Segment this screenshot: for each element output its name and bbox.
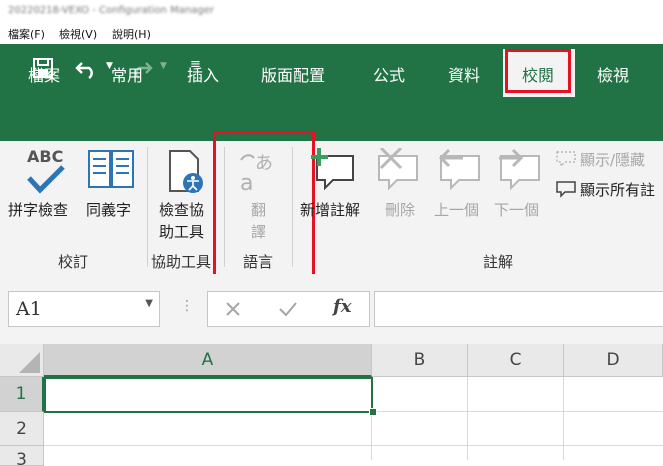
title-bar: 20220218-VEXO - Configuration Manager [0,0,663,24]
check-accessibility-button-line2[interactable]: 助工具 [159,221,204,242]
previous-comment-icon [438,148,480,191]
formula-input[interactable] [374,291,663,327]
row-header-2[interactable]: 2 [0,412,44,446]
new-comment-button[interactable]: 新增註解 [300,199,360,220]
tab-home[interactable]: 常用 [111,62,143,86]
name-box-value: A1 [16,298,42,320]
undo-icon[interactable] [74,57,100,79]
row-header-3[interactable]: 3 [0,446,44,466]
tab-page-layout[interactable]: 版面配置 [261,62,325,86]
name-box[interactable]: A1 ▼ [8,291,160,327]
row-header-1[interactable]: 1 [0,377,44,412]
cancel-icon[interactable] [224,300,242,318]
selected-cell-a1[interactable] [44,377,373,413]
thesaurus-button[interactable]: 同義字 [86,199,131,220]
redo-dropdown-icon: ▼ [160,61,167,71]
column-header-c[interactable]: C [468,344,564,377]
column-header-d[interactable]: D [564,344,663,377]
insert-function-icon[interactable]: fx [333,296,351,317]
tab-file[interactable]: 檔案 [28,62,60,86]
ribbon-separator [147,147,148,267]
formula-bar-grip-icon: ⋮ [180,298,194,314]
show-all-comments-button[interactable]: 顯示所有註 [580,179,655,200]
column-header-b[interactable]: B [372,344,468,377]
delete-comment-icon [378,148,418,191]
tab-formulas[interactable]: 公式 [373,62,405,86]
next-comment-icon [499,148,540,191]
previous-comment-button[interactable]: 上一個 [434,199,479,220]
check-accessibility-button-line1[interactable]: 檢查協 [159,199,204,220]
spelling-check-icon [27,165,65,194]
fill-handle[interactable] [369,408,377,416]
tab-view[interactable]: 檢視 [597,62,629,86]
enter-icon[interactable] [278,300,298,318]
show-hide-comment-button[interactable]: 顯示/隱藏 [580,149,645,170]
group-comments: 註解 [483,253,514,271]
thesaurus-book-icon [88,150,134,188]
column-header-a[interactable]: A [44,344,372,377]
show-hide-comment-icon [556,151,576,168]
review-tab-highlight [505,49,571,93]
menu-file[interactable]: 檔案(F) [8,26,45,42]
spelling-button[interactable]: 拼字檢查 [8,199,68,220]
delete-comment-button[interactable]: 刪除 [385,199,415,220]
group-accessibility: 協助工具 [151,253,212,271]
gridline [467,377,468,460]
name-box-dropdown-icon[interactable]: ▼ [145,298,153,309]
group-proofing: 校訂 [58,253,89,271]
tab-insert[interactable]: 插入 [187,62,219,86]
menu-view[interactable]: 檢視(V) [59,26,97,42]
tab-data[interactable]: 資料 [448,62,480,86]
gridline [563,377,564,460]
accessibility-check-icon [169,150,203,193]
next-comment-button[interactable]: 下一個 [494,199,539,220]
window-title: 20220218-VEXO - Configuration Manager [8,5,214,16]
show-all-comments-icon [556,181,576,198]
menu-help[interactable]: 說明(H) [112,26,151,42]
select-all-triangle-icon [19,352,40,373]
new-comment-icon [311,148,354,191]
select-all-button[interactable] [0,344,44,377]
menu-bar: 檔案(F) 檢視(V) 說明(H) [0,24,663,44]
gridline [44,445,663,446]
